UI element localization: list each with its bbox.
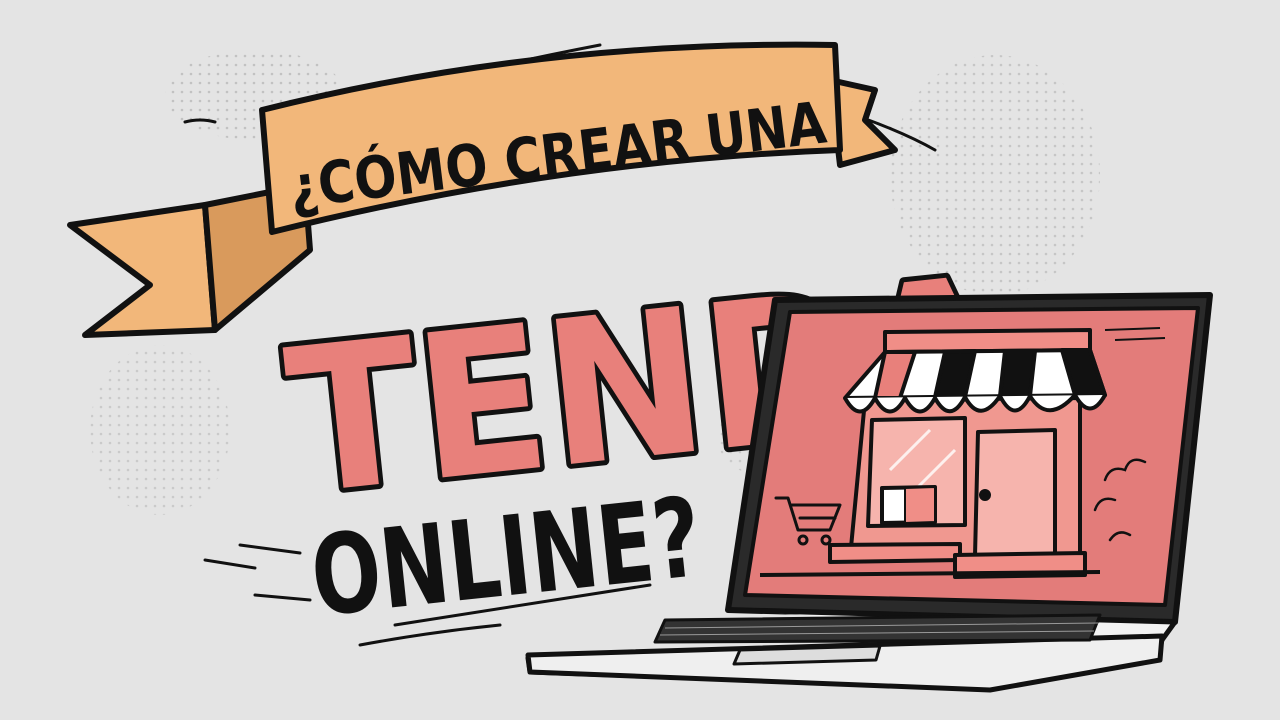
illustration-canvas: ¿CÓMO CREAR UNA TENDA ONLINE?	[67, 41, 1213, 693]
awning-icon	[843, 348, 1107, 414]
